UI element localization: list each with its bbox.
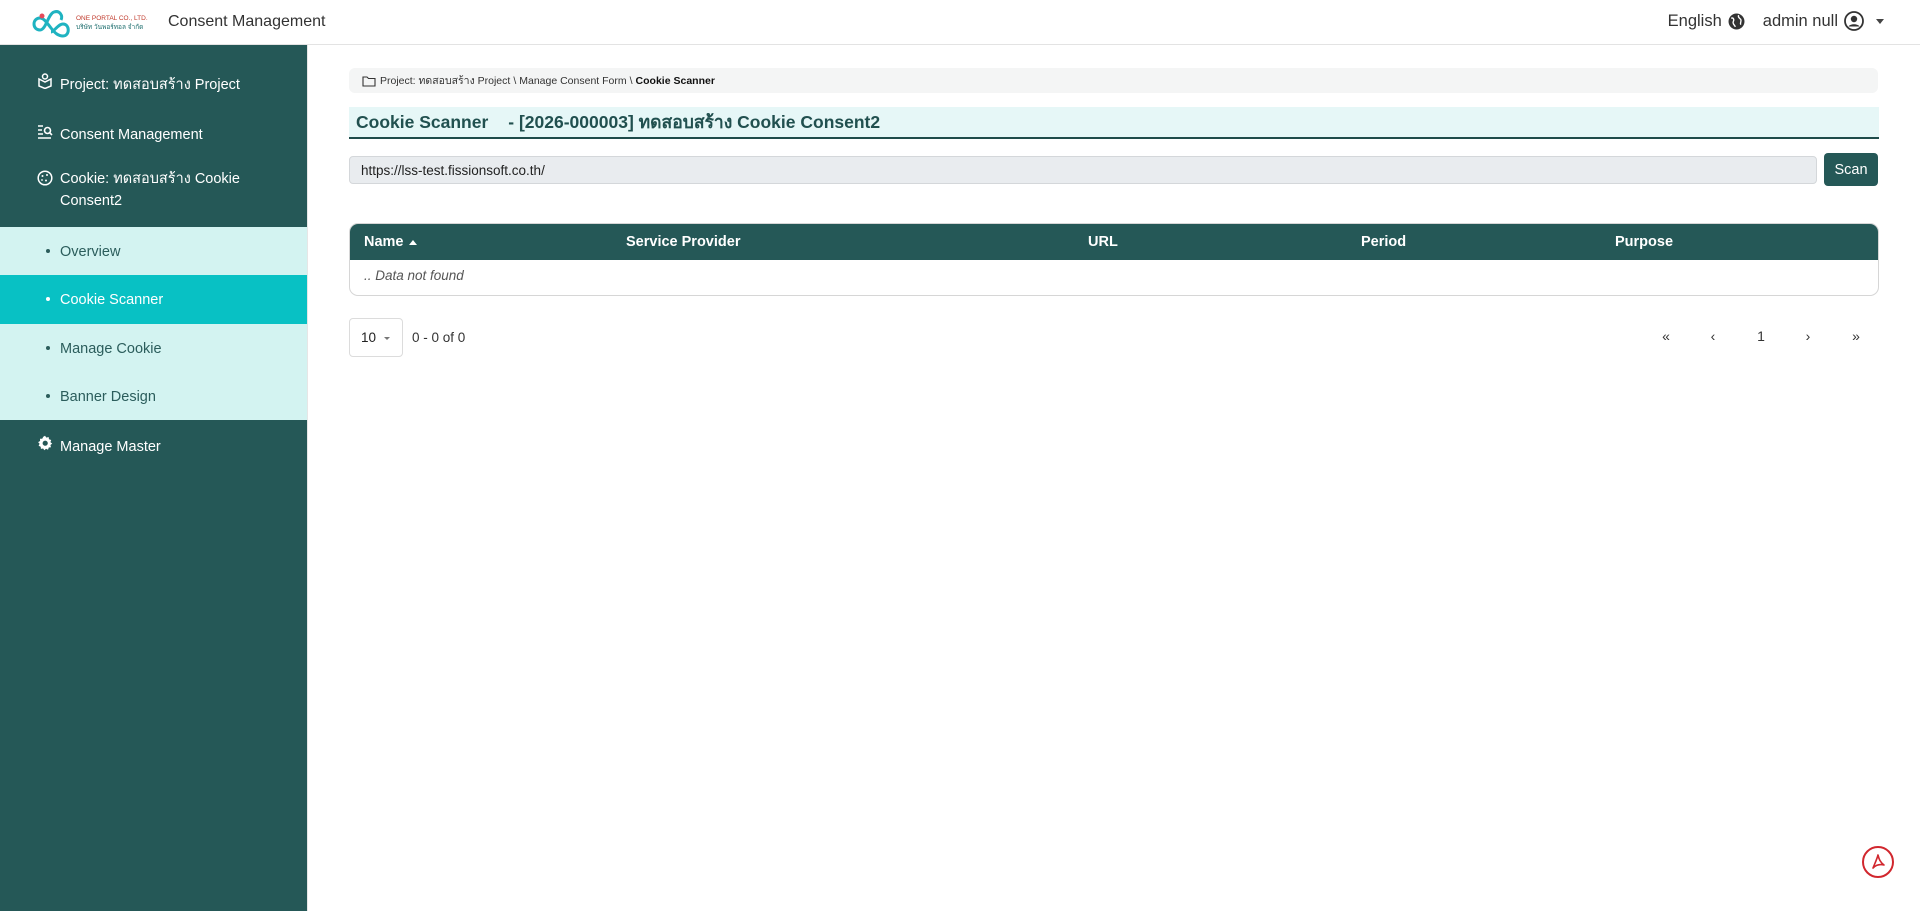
breadcrumb-separator: \ [629,74,633,87]
cookie-table: Name Service Provider URL Period Purpose… [349,223,1879,296]
page-size-value: 10 [361,330,377,345]
sidebar-item-label: Consent Management [60,127,203,143]
app-title: Consent Management [168,13,326,30]
bullet-icon [46,297,50,301]
column-header-url[interactable]: URL [1088,234,1118,250]
column-header-label: Name [364,234,404,250]
sidebar: Project: ทดสอบสร้าง Project Consent Mana… [0,45,307,911]
user-circle-icon [1844,11,1864,31]
sidebar-subitem-banner-design[interactable]: Banner Design [0,372,307,421]
empty-table-message: .. Data not found [364,268,464,283]
page-title: Cookie Scanner [356,111,489,132]
url-input[interactable]: https://lss-test.fissionsoft.co.th/ [349,156,1817,184]
cookie-submenu: Overview Cookie Scanner Manage Cookie Ba… [0,227,307,420]
gear-icon [38,435,53,451]
user-name: admin null [1762,11,1838,30]
company-logo[interactable]: ONE PORTAL CO., LTD. บริษัท วันพอร์ทอล จ… [30,6,154,40]
table-header: Name Service Provider URL Period Purpose [350,224,1878,260]
chevron-down-icon [1876,18,1884,24]
column-header-period[interactable]: Period [1361,234,1406,250]
language-selector[interactable]: English [1668,12,1745,31]
page-size-select[interactable]: 10 [349,318,403,357]
last-page-button[interactable]: » [1846,328,1866,344]
column-header-label: Purpose [1615,234,1674,250]
sidebar-item-label-line2: Consent2 [60,193,123,209]
chevron-down-icon [384,337,391,340]
list-search-icon [38,125,53,139]
column-header-label: Period [1361,234,1407,250]
next-page-button[interactable]: › [1798,328,1818,344]
language-label: English [1667,11,1722,30]
sidebar-subitem-label: Overview [60,243,121,260]
pdf-button[interactable] [1862,846,1894,878]
bullet-icon [46,394,50,398]
column-header-label: Service Provider [626,234,741,250]
cookie-icon [37,170,53,186]
acrobat-pdf-icon [1872,854,1885,869]
bullet-icon [46,249,50,253]
user-menu[interactable]: admin null [1763,11,1884,31]
globe-icon [1728,13,1745,29]
sidebar-divider [307,45,308,911]
sort-asc-icon [408,239,417,245]
logo-icon [32,10,70,38]
logo-text-en: ONE PORTAL CO., LTD. [76,15,148,22]
folder-icon [362,75,376,87]
top-bar: ONE PORTAL CO., LTD. บริษัท วันพอร์ทอล จ… [0,0,1920,45]
page-title-bar: Cookie Scanner - [2026-000003] ทดสอบสร้า… [349,107,1879,139]
scan-button[interactable]: Scan [1824,153,1878,186]
sidebar-item-label: Project: ทดสอบสร้าง Project [60,77,240,93]
breadcrumb-current: Cookie Scanner [635,74,715,87]
sidebar-subitem-label: Cookie Scanner [60,291,164,308]
column-header-service-provider[interactable]: Service Provider [626,234,740,250]
sidebar-subitem-cookie-scanner[interactable]: Cookie Scanner [0,275,307,324]
pagination-range: 0 - 0 of 0 [412,330,466,345]
first-page-button[interactable]: « [1656,328,1676,344]
sidebar-subitem-overview[interactable]: Overview [0,227,307,276]
sidebar-subitem-manage-cookie[interactable]: Manage Cookie [0,324,307,373]
page-subtitle: - [2026-000003] ทดสอบสร้าง Cookie Consen… [508,112,881,132]
breadcrumb-consent-form[interactable]: Manage Consent Form [519,75,626,87]
sidebar-item-label-line1: Cookie: ทดสอบสร้าง Cookie [60,171,240,187]
prev-page-button[interactable]: ‹ [1703,328,1723,344]
breadcrumb-separator: \ [513,74,517,87]
breadcrumb: Project: ทดสอบสร้าง Project \ Manage Con… [349,68,1878,93]
sidebar-item-manage-master[interactable]: Manage Master [0,432,307,462]
logo-text-th: บริษัท วันพอร์ทอล จำกัด [76,24,144,31]
sidebar-subitem-label: Manage Cookie [60,340,162,357]
sidebar-item-consent-management[interactable]: Consent Management [0,120,307,150]
page-number-button[interactable]: 1 [1751,328,1771,344]
sidebar-item-label: Manage Master [60,439,161,455]
sidebar-item-project[interactable]: Project: ทดสอบสร้าง Project [0,71,307,101]
column-header-purpose[interactable]: Purpose [1615,234,1673,250]
project-box-icon [38,73,52,89]
sidebar-subitem-label: Banner Design [60,388,156,405]
breadcrumb-project[interactable]: Project: ทดสอบสร้าง Project [380,72,510,89]
column-header-name[interactable]: Name [364,234,417,250]
sidebar-item-cookie[interactable]: Cookie: ทดสอบสร้าง Cookie Consent2 [0,167,307,217]
column-header-label: URL [1088,234,1118,250]
bullet-icon [46,346,50,350]
